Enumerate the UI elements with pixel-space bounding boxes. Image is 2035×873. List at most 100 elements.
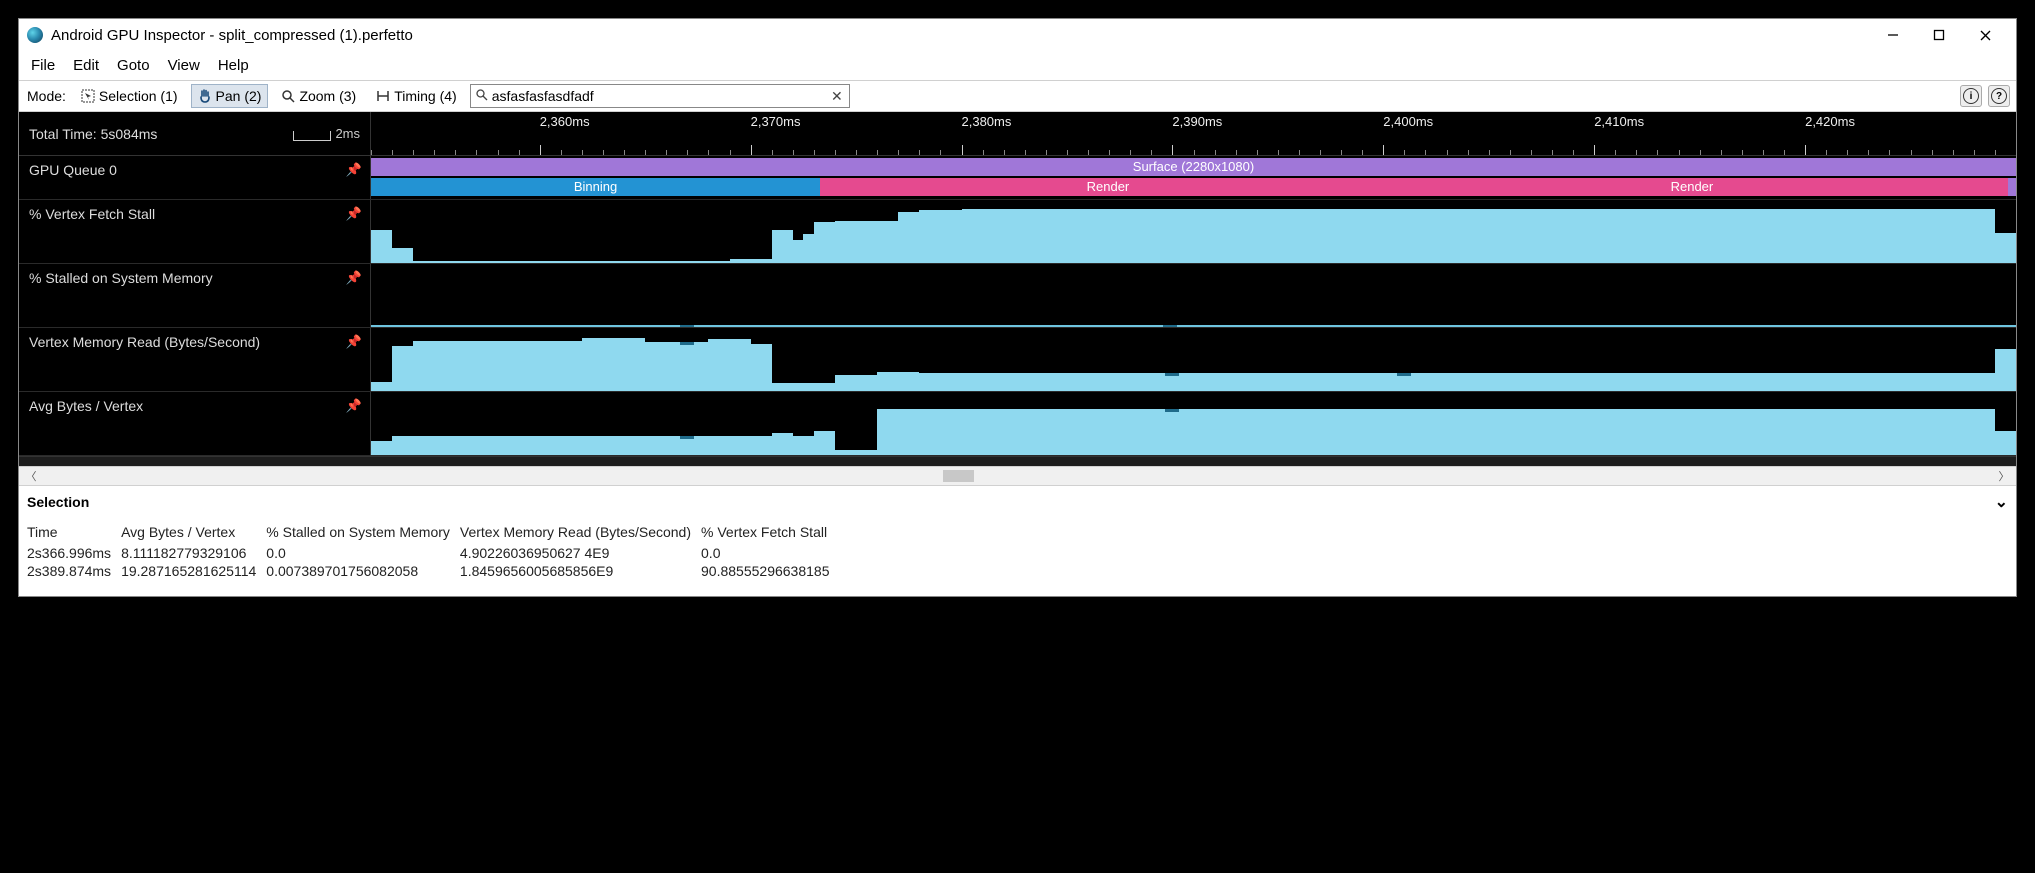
mode-zoom-button[interactable]: Zoom (3) <box>274 84 363 108</box>
timeline-panel: Total Time: 5s084ms 2ms 2,360ms 2,370ms 2,… <box>19 112 2016 466</box>
table-cell: 1.8459656005685856E9 <box>460 562 701 580</box>
mode-zoom-label: Zoom (3) <box>299 88 356 104</box>
timing-icon <box>376 89 390 103</box>
mode-pan-button[interactable]: Pan (2) <box>191 84 269 108</box>
gpu-surface-span[interactable]: Surface (2280x1080) <box>371 158 2016 176</box>
search-box[interactable]: ✕ <box>470 84 850 108</box>
table-cell: 0.0 <box>701 544 839 562</box>
scroll-left-icon[interactable]: 〈 <box>23 468 39 484</box>
mode-selection-button[interactable]: Selection (1) <box>74 84 185 108</box>
track-label: Avg Bytes / Vertex <box>29 398 143 414</box>
selection-column-header[interactable]: % Stalled on System Memory <box>266 522 460 544</box>
zoom-icon <box>281 89 295 103</box>
window-title: Android GPU Inspector - split_compressed… <box>51 27 413 44</box>
toolbar: Mode: Selection (1) Pan (2) Zoom (3) Tim… <box>19 80 2016 112</box>
menu-help[interactable]: Help <box>210 53 257 78</box>
selection-table: TimeAvg Bytes / Vertex% Stalled on Syste… <box>27 522 839 580</box>
scale-bracket-icon <box>293 131 331 141</box>
track-label: Vertex Memory Read (Bytes/Second) <box>29 334 260 350</box>
timeline-header-left: Total Time: 5s084ms 2ms <box>19 112 371 155</box>
scroll-right-icon[interactable]: 〉 <box>1996 468 2012 484</box>
menu-goto[interactable]: Goto <box>109 53 158 78</box>
maximize-button[interactable] <box>1916 20 1962 50</box>
collapse-selection-icon[interactable]: ⌄ <box>1995 492 2008 512</box>
menu-bar: File Edit Goto View Help <box>19 51 2016 80</box>
table-cell: 19.287165281625114 <box>121 562 266 580</box>
mode-pan-label: Pan (2) <box>216 88 262 104</box>
track-gpu-queue: GPU Queue 0 📌 Surface (2280x1080) Binnin… <box>19 156 2016 200</box>
selection-panel: Selection ⌄ TimeAvg Bytes / Vertex% Stal… <box>19 486 2016 596</box>
ruler-label: 2,420ms <box>1805 114 1855 129</box>
pan-icon <box>198 89 212 103</box>
gpu-phase-span[interactable] <box>820 178 840 196</box>
selection-column-header[interactable]: Time <box>27 522 121 544</box>
selection-icon <box>81 89 95 103</box>
total-time-label: Total Time: 5s084ms <box>29 126 157 142</box>
horizontal-scrollbar[interactable]: 〈 〉 <box>19 466 2016 486</box>
table-cell: 0.0 <box>266 544 460 562</box>
ruler-label: 2,400ms <box>1383 114 1433 129</box>
ruler-label: 2,370ms <box>751 114 801 129</box>
selection-column-header[interactable]: Avg Bytes / Vertex <box>121 522 266 544</box>
chart-lane[interactable] <box>371 264 2016 327</box>
clear-search-icon[interactable]: ✕ <box>829 88 845 105</box>
selection-title: Selection <box>27 494 89 510</box>
track-avg-bytes-vertex: Avg Bytes / Vertex 📌 <box>19 392 2016 456</box>
chart-lane[interactable] <box>371 200 2016 263</box>
track-vertex-memory-read: Vertex Memory Read (Bytes/Second) 📌 <box>19 328 2016 392</box>
mode-selection-label: Selection (1) <box>99 88 178 104</box>
track-label: GPU Queue 0 <box>29 162 117 178</box>
ruler-label: 2,360ms <box>540 114 590 129</box>
gpu-phase-span[interactable]: Render <box>1376 178 2008 196</box>
timeline-ruler[interactable]: 2,360ms2,370ms2,380ms2,390ms2,400ms2,410… <box>371 112 2016 155</box>
search-icon <box>475 88 488 104</box>
minimize-button[interactable] <box>1870 20 1916 50</box>
pin-icon[interactable]: 📌 <box>346 270 362 286</box>
ruler-label: 2,380ms <box>962 114 1012 129</box>
table-cell: 90.88555296638185 <box>701 562 839 580</box>
title-bar: Android GPU Inspector - split_compressed… <box>19 19 2016 51</box>
visible-scale: 2ms <box>293 126 360 141</box>
table-row[interactable]: 2s389.874ms19.2871652816251140.007389701… <box>27 562 839 580</box>
search-input[interactable] <box>488 88 829 104</box>
table-cell: 8.111182779329106 <box>121 544 266 562</box>
close-button[interactable] <box>1962 20 2008 50</box>
track-label: % Stalled on System Memory <box>29 270 213 286</box>
gpu-phase-row: Binning RenderRender <box>371 178 2016 196</box>
menu-view[interactable]: View <box>160 53 208 78</box>
info-icon: i <box>1963 88 1979 104</box>
scrollbar-thumb[interactable] <box>943 470 974 482</box>
track-label: % Vertex Fetch Stall <box>29 206 155 222</box>
pin-icon[interactable]: 📌 <box>346 334 362 350</box>
scrollbar-track[interactable] <box>39 470 1996 482</box>
app-icon <box>27 27 43 43</box>
mode-timing-label: Timing (4) <box>394 88 457 104</box>
question-icon: ? <box>1991 88 2007 104</box>
track-stalled-system-memory: % Stalled on System Memory 📌 <box>19 264 2016 328</box>
app-window: Android GPU Inspector - split_compressed… <box>18 18 2017 597</box>
gpu-phase-span[interactable]: Binning <box>371 178 820 196</box>
help-button[interactable]: ? <box>1988 85 2010 107</box>
gpu-phase-span[interactable] <box>2008 178 2016 196</box>
chart-lane[interactable] <box>371 328 2016 391</box>
mode-label: Mode: <box>25 88 68 104</box>
table-cell: 0.007389701756082058 <box>266 562 460 580</box>
gpu-phase-span[interactable]: Render <box>840 178 1376 196</box>
table-row[interactable]: 2s366.996ms8.1111827793291060.04.9022603… <box>27 544 839 562</box>
pin-icon[interactable]: 📌 <box>346 162 362 178</box>
chart-lane[interactable] <box>371 392 2016 455</box>
visible-scale-label: 2ms <box>335 126 360 141</box>
selection-column-header[interactable]: Vertex Memory Read (Bytes/Second) <box>460 522 701 544</box>
selection-column-header[interactable]: % Vertex Fetch Stall <box>701 522 839 544</box>
pin-icon[interactable]: 📌 <box>346 398 362 414</box>
menu-edit[interactable]: Edit <box>65 53 107 78</box>
info-button[interactable]: i <box>1960 85 1982 107</box>
selection-header-row: TimeAvg Bytes / Vertex% Stalled on Syste… <box>27 522 839 544</box>
table-cell: 2s366.996ms <box>27 544 121 562</box>
ruler-label: 2,410ms <box>1594 114 1644 129</box>
menu-file[interactable]: File <box>23 53 63 78</box>
mode-timing-button[interactable]: Timing (4) <box>369 84 464 108</box>
pin-icon[interactable]: 📌 <box>346 206 362 222</box>
timeline-header: Total Time: 5s084ms 2ms 2,360ms 2,370ms 2,… <box>19 112 2016 156</box>
gpu-queue-lane[interactable]: Surface (2280x1080) Binning RenderRender <box>371 156 2016 199</box>
